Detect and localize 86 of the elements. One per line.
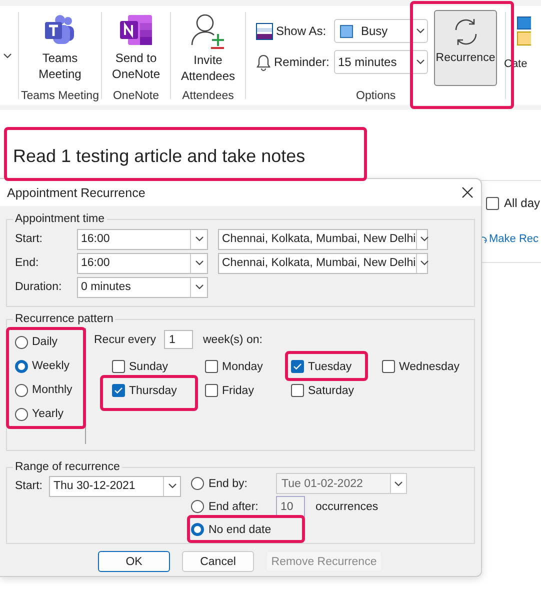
chevron-down-icon: [394, 480, 404, 486]
recurrence-icon: [480, 234, 487, 244]
chevron-down-icon: [194, 284, 204, 290]
field-label: Recur every: [94, 334, 156, 346]
field-label: Reminder:: [274, 55, 330, 69]
close-icon[interactable]: [462, 187, 473, 198]
chevron-down-icon: [416, 28, 424, 34]
radio-label: Monthly: [32, 384, 72, 396]
radio-button[interactable]: [191, 477, 204, 490]
teams-icon: [43, 13, 77, 47]
chevron-down-icon: [194, 260, 204, 266]
radio-button[interactable]: [15, 336, 28, 348]
checkbox-label: Monday: [222, 360, 263, 372]
section-title: Appointment time: [14, 213, 106, 225]
add-person-icon: [191, 13, 225, 49]
field-label: occurrences: [315, 500, 378, 512]
ribbon-button[interactable]: Send to OneNote: [103, 10, 169, 82]
group-label: Attendees: [182, 90, 234, 102]
ribbon-button[interactable]: Invite Attendees: [175, 10, 241, 84]
chevron-down-icon: [420, 236, 430, 242]
chevron-down-icon: [168, 483, 177, 489]
radio-label: Yearly: [32, 408, 64, 420]
time-dropdown[interactable]: 16:00: [77, 228, 208, 250]
checkbox-label: Friday: [222, 384, 254, 396]
checkmark-icon: [114, 387, 123, 394]
dialog-button[interactable]: OK: [98, 551, 170, 572]
checkbox[interactable]: [112, 360, 125, 373]
field-label: week(s) on:: [203, 334, 262, 346]
field-label: End:: [15, 257, 40, 269]
duration-dropdown[interactable]: 0 minutes: [77, 276, 208, 298]
checkbox[interactable]: [382, 360, 395, 373]
dialog-title: Appointment Recurrence: [7, 186, 146, 200]
reminder-dropdown[interactable]: 15 minutes: [334, 50, 428, 74]
checkbox[interactable]: [205, 360, 218, 373]
checkbox[interactable]: [291, 360, 304, 373]
chevron-down-icon: [194, 236, 204, 242]
show-as-dropdown[interactable]: Busy: [334, 19, 428, 43]
field-label: Start:: [15, 233, 44, 245]
group-label: OneNote: [112, 90, 160, 102]
ribbon-button[interactable]: Teams Meeting: [27, 10, 93, 82]
show-as-icon: [256, 22, 273, 40]
subject-field[interactable]: Read 1 testing article and take notes: [13, 146, 306, 167]
radio-button[interactable]: [15, 408, 28, 420]
timezone-dropdown[interactable]: Chennai, Kolkata, Mumbai, New Delhi: [218, 252, 428, 274]
field-label: Duration:: [15, 281, 63, 293]
checkbox-label: Sunday: [129, 360, 168, 372]
radio-button[interactable]: [191, 523, 204, 536]
radio-label: Daily: [32, 336, 58, 348]
checkbox[interactable]: [486, 196, 499, 210]
dialog-button[interactable]: Cancel: [182, 551, 254, 572]
radio-label: End after:: [208, 500, 260, 512]
checkbox-label: Tuesday: [308, 360, 352, 372]
section-title: Range of recurrence: [14, 461, 121, 473]
radio-label: Weekly: [32, 360, 70, 372]
radio-button[interactable]: [15, 360, 28, 372]
chevron-down-icon: [420, 260, 430, 266]
group-label: Teams Meeting: [21, 90, 99, 102]
chevron-down-icon: [416, 59, 424, 65]
onenote-icon: [119, 13, 153, 47]
field-label: Show As:: [276, 24, 326, 38]
checkbox[interactable]: [205, 384, 218, 397]
checkbox-label: All day: [504, 196, 540, 210]
group-label: Options: [356, 90, 397, 102]
checkbox[interactable]: [112, 384, 125, 397]
section-title: Recurrence pattern: [14, 313, 114, 325]
radio-button[interactable]: [15, 384, 28, 396]
categorize-icon: [517, 16, 531, 48]
checkbox-label: Saturday: [308, 384, 354, 396]
end-date-dropdown[interactable]: Tue 01-02-2022: [276, 473, 408, 494]
make-recurring-link[interactable]: Make Rec: [489, 233, 539, 245]
recurrence-button[interactable]: Recurrence: [434, 10, 497, 86]
bell-icon: [256, 54, 271, 70]
time-dropdown[interactable]: 16:00: [77, 252, 208, 274]
occurrences-field[interactable]: 10: [276, 496, 306, 517]
radio-label: End by:: [208, 478, 248, 490]
date-dropdown[interactable]: Thu 30-12-2021: [49, 476, 182, 496]
radio-button[interactable]: [191, 500, 204, 513]
checkbox-label: Thursday: [129, 384, 177, 396]
radio-label: No end date: [208, 524, 272, 536]
interval-field[interactable]: 1: [164, 330, 193, 349]
checkbox[interactable]: [291, 384, 304, 397]
checkmark-icon: [293, 363, 302, 370]
field-label: Start:: [15, 480, 42, 492]
chevron-down-icon[interactable]: [3, 52, 12, 58]
checkbox-label: Wednesday: [399, 360, 460, 372]
timezone-dropdown[interactable]: Chennai, Kolkata, Mumbai, New Delhi: [218, 228, 428, 250]
